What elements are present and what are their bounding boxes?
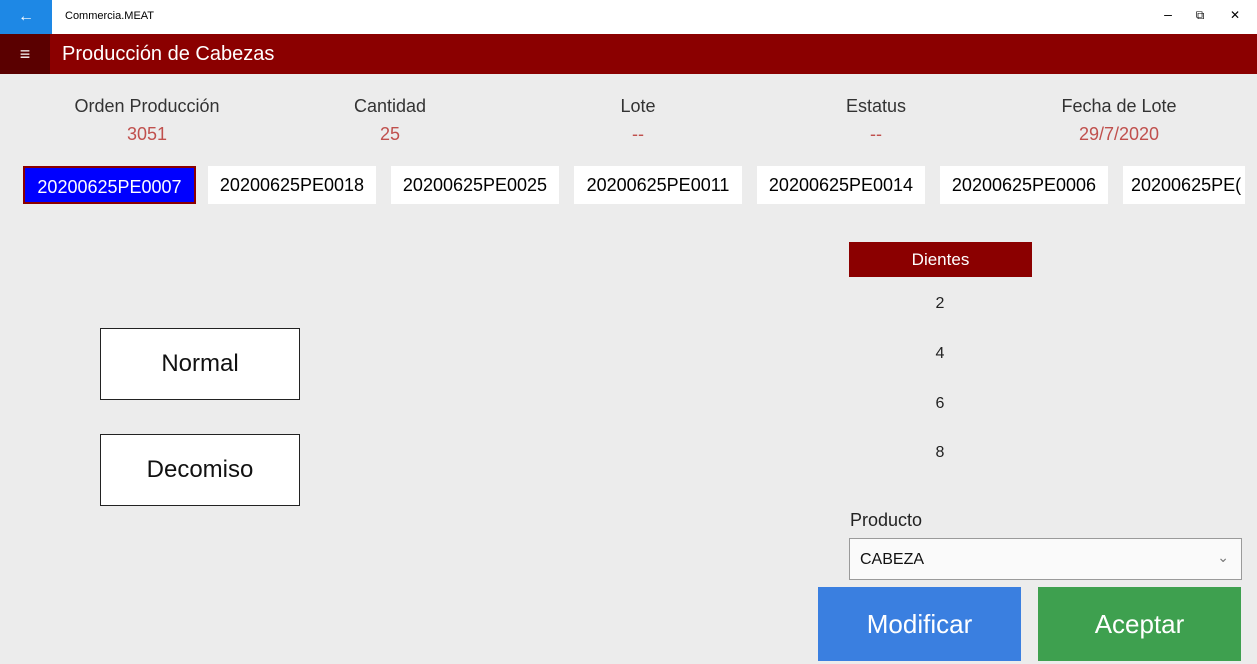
chevron-down-icon: ⌄ xyxy=(1217,549,1229,565)
dientes-option[interactable]: 6 xyxy=(925,395,955,413)
lot-button[interactable]: 20200625PE0006 xyxy=(940,166,1108,204)
info-value: 25 xyxy=(379,124,401,144)
info-value: -- xyxy=(632,124,644,144)
dientes-option[interactable]: 2 xyxy=(925,295,955,313)
window-title: Commercia.MEAT xyxy=(65,10,155,22)
info-value: 29/7/2020 xyxy=(1078,124,1160,144)
dientes-option[interactable]: 4 xyxy=(925,345,955,363)
back-button[interactable]: ← xyxy=(0,0,52,34)
lot-button[interactable]: 20200625PE0025 xyxy=(391,166,559,204)
hamburger-icon: ≡ xyxy=(19,44,31,64)
app-header: ≡ Producción de Cabezas xyxy=(0,34,1257,74)
info-lote: Lote -- xyxy=(538,96,738,145)
info-label: Fecha de Lote xyxy=(1061,96,1177,116)
decomiso-button[interactable]: Decomiso xyxy=(100,434,300,506)
info-estatus: Estatus -- xyxy=(776,96,976,145)
restore-icon: ⧉ xyxy=(1195,8,1205,22)
info-orden-produccion: Orden Producción 3051 xyxy=(47,96,247,145)
modificar-button[interactable]: Modificar xyxy=(818,587,1021,661)
dientes-header: Dientes xyxy=(849,242,1032,277)
lot-button[interactable]: 20200625PE( xyxy=(1123,166,1245,204)
main-content: Orden Producción 3051 Cantidad 25 Lote -… xyxy=(0,74,1257,664)
lot-button[interactable]: 20200625PE0018 xyxy=(208,166,376,204)
producto-select[interactable]: CABEZA ⌄ xyxy=(849,538,1242,580)
menu-button[interactable]: ≡ xyxy=(0,34,50,74)
normal-button[interactable]: Normal xyxy=(100,328,300,400)
dientes-option[interactable]: 8 xyxy=(925,444,955,462)
lot-button[interactable]: 20200625PE0011 xyxy=(574,166,742,204)
info-label: Lote xyxy=(620,96,656,116)
info-value: -- xyxy=(870,124,882,144)
minimize-button[interactable]: – xyxy=(1155,6,1181,22)
close-button[interactable]: ✕ xyxy=(1222,8,1248,22)
window-titlebar: ← Commercia.MEAT – ⧉ ✕ xyxy=(0,0,1257,34)
page-title: Producción de Cabezas xyxy=(62,43,275,65)
aceptar-button[interactable]: Aceptar xyxy=(1038,587,1241,661)
info-cantidad: Cantidad 25 xyxy=(290,96,490,145)
close-icon: ✕ xyxy=(1229,8,1241,22)
back-arrow-icon: ← xyxy=(18,8,34,25)
info-value: 3051 xyxy=(126,124,168,144)
info-label: Orden Producción xyxy=(74,96,220,116)
restore-button[interactable]: ⧉ xyxy=(1187,8,1213,23)
info-label: Estatus xyxy=(845,96,907,116)
lot-button[interactable]: 20200625PE0014 xyxy=(757,166,925,204)
info-label: Cantidad xyxy=(353,96,427,116)
producto-label: Producto xyxy=(850,510,923,530)
lot-button-selected[interactable]: 20200625PE0007 xyxy=(23,166,196,204)
info-fecha-de-lote: Fecha de Lote 29/7/2020 xyxy=(1019,96,1219,145)
producto-selected-value: CABEZA xyxy=(860,551,925,568)
minimize-icon: – xyxy=(1164,6,1172,22)
